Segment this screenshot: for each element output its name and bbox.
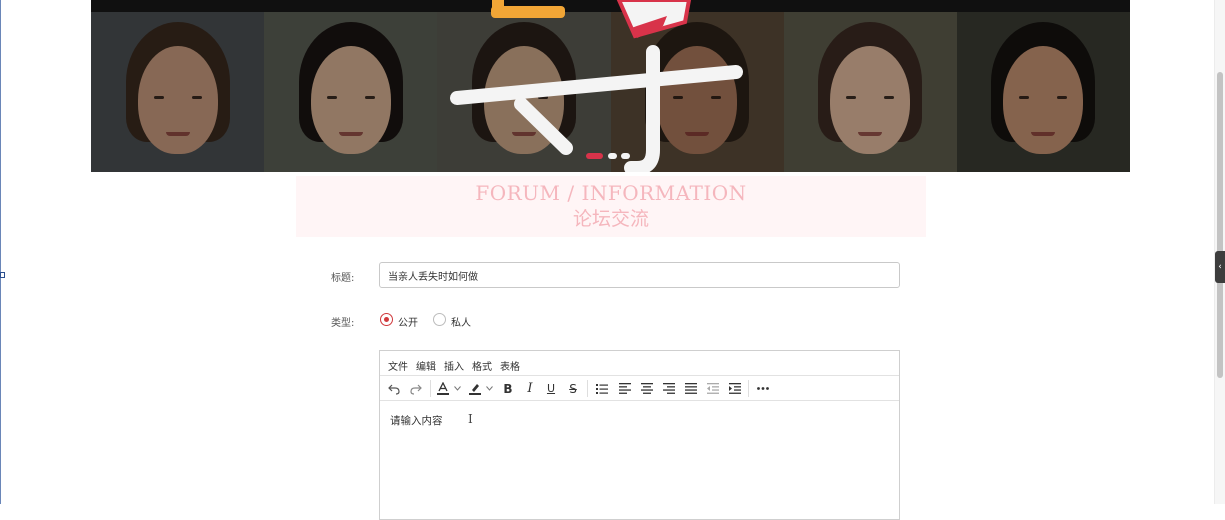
radio-private-label[interactable]: 私人 [451,314,471,329]
section-title-chinese: 论坛交流 [572,208,649,230]
title-label: 标题: [331,273,355,284]
toolbar-divider [748,380,749,397]
radio-public[interactable] [380,313,393,326]
toolbar-divider [430,380,431,397]
italic-icon[interactable]: I [523,380,537,397]
redo-icon[interactable] [408,380,424,397]
font-color-icon[interactable] [436,380,450,397]
strikethrough-icon[interactable]: S [566,380,580,397]
more-icon[interactable] [755,380,771,397]
menu-format[interactable]: 格式 [472,358,492,373]
forum-logo-graphic [450,0,743,172]
chevron-down-icon[interactable] [485,380,493,397]
editor-content-area[interactable]: 请输入内容 [390,413,443,428]
section-heading: FORUM / INFORMATION 论坛交流 [296,176,926,237]
menu-edit[interactable]: 编辑 [416,358,436,373]
align-center-icon[interactable] [640,380,654,397]
menu-file[interactable]: 文件 [388,358,408,373]
menu-table[interactable]: 表格 [500,358,520,373]
radio-public-label[interactable]: 公开 [398,314,418,329]
bold-icon[interactable]: B [501,380,515,397]
underline-icon[interactable]: U [544,380,558,397]
scrollbar-thumb[interactable] [1217,72,1223,378]
title-input[interactable] [379,262,900,288]
align-left-icon[interactable] [618,380,632,397]
chevron-down-icon[interactable] [453,380,461,397]
toolbar-divider [587,380,588,397]
window-left-border [0,0,1,504]
align-right-icon[interactable] [662,380,676,397]
bullet-list-icon[interactable] [595,380,609,397]
resize-handle[interactable] [0,272,5,278]
indent-icon[interactable] [728,380,742,397]
menu-insert[interactable]: 插入 [444,358,464,373]
undo-icon[interactable] [386,380,402,397]
radio-private[interactable] [433,313,446,326]
section-title-english: FORUM / INFORMATION [475,181,747,205]
outdent-icon[interactable] [706,380,720,397]
hero-banner [91,0,1130,172]
editor-menubar: 文件 编辑 插入 格式 表格 [380,351,899,376]
rich-text-editor: 文件 编辑 插入 格式 表格 B I U S 请输入内容 I [379,350,900,520]
collapse-side-panel-button[interactable]: ‹ [1215,251,1225,283]
type-label: 类型: [331,318,355,329]
highlight-icon[interactable] [468,380,482,397]
text-cursor-icon: I [468,412,473,426]
align-justify-icon[interactable] [684,380,698,397]
editor-toolbar: B I U S [380,376,899,401]
